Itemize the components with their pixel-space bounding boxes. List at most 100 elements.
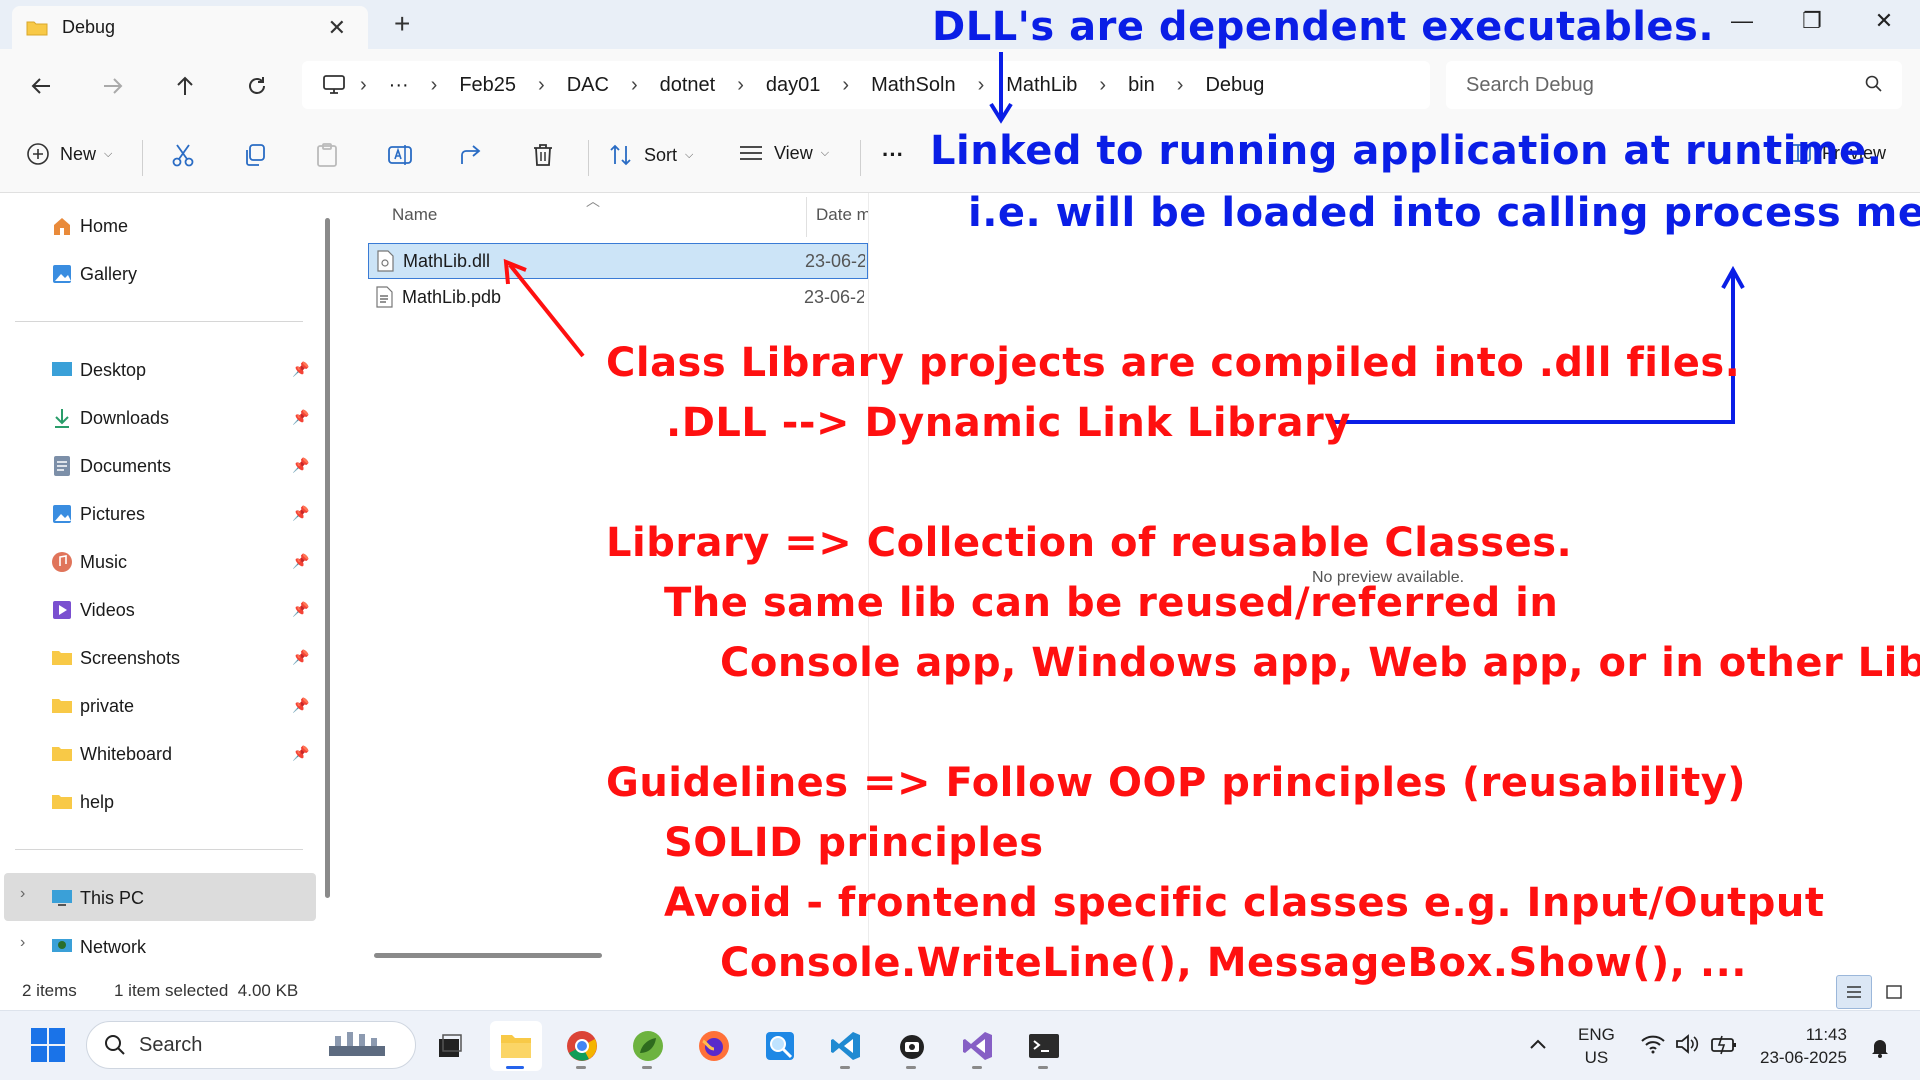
nav-item-documents[interactable]: Documents [50,451,171,481]
nav-item-label: Home [80,215,129,236]
nav-item-screenshots[interactable]: Screenshots [50,643,180,673]
details-view-button[interactable] [1836,975,1872,1009]
battery-icon[interactable] [1710,1033,1738,1055]
breadcrumb-dotnet[interactable]: dotnet [660,74,716,97]
chevron-right-icon[interactable]: › [20,885,25,903]
close-window-button[interactable]: ✕ [1864,8,1904,34]
close-tab-icon[interactable]: ✕ [328,15,346,41]
notification-bell-icon[interactable] [1868,1035,1892,1059]
back-button[interactable] [24,69,58,103]
taskbar: Search ENG US 11:43 23-06-2025 [0,1010,1920,1080]
view-button[interactable]: View ⌵ [738,142,829,164]
vscode-app[interactable] [820,1021,872,1071]
visual-studio-app[interactable] [952,1021,1004,1071]
rename-button[interactable] [386,142,424,168]
file-explorer-app[interactable] [490,1021,542,1071]
delete-button[interactable] [530,142,566,168]
gallery-icon [50,263,74,285]
tiles-view-button[interactable] [1876,975,1912,1009]
system-clock[interactable]: 11:43 23-06-2025 [1760,1023,1847,1069]
nav-scrollbar[interactable] [325,218,330,898]
windows-start-icon[interactable] [30,1027,66,1063]
chrome-app[interactable] [556,1021,608,1071]
nav-item-label: Documents [80,455,172,476]
column-divider[interactable] [806,197,807,237]
breadcrumb-separator: › [977,73,985,96]
horizontal-scrollbar[interactable] [374,953,602,958]
pin-icon[interactable]: 📌 [292,601,309,618]
sort-button[interactable]: Sort ⌵ [608,142,693,168]
pin-icon[interactable]: 📌 [292,745,309,762]
chevron-up-icon[interactable] [1528,1037,1548,1051]
new-button[interactable]: New ⌵ [26,142,112,166]
new-tab-button[interactable]: + [394,8,410,40]
minimize-button[interactable]: — [1722,8,1762,34]
volume-icon[interactable] [1674,1033,1700,1055]
breadcrumb-mathlib[interactable]: MathLib [1006,74,1077,97]
nav-item-whiteboard[interactable]: Whiteboard [50,739,172,769]
pin-icon[interactable]: 📌 [292,697,309,714]
breadcrumb-dac[interactable]: DAC [567,74,609,97]
spring-tools-app[interactable] [622,1021,674,1071]
nav-item-home[interactable]: Home [50,211,128,241]
cut-button[interactable] [170,142,206,168]
file-row[interactable]: MathLib.dll 23-06-2025 [368,243,868,279]
pin-icon[interactable]: 📌 [292,649,309,666]
home-icon [50,215,74,237]
annotation-blue-1: DLL's are dependent executables. [932,4,1715,50]
document-icon [50,455,74,477]
pin-icon[interactable]: 📌 [292,457,309,474]
nav-item-downloads[interactable]: Downloads [50,403,169,433]
maximize-button[interactable]: ❐ [1792,8,1832,34]
breadcrumb-debug[interactable]: Debug [1205,74,1264,97]
nav-item-gallery[interactable]: Gallery [50,259,137,289]
pin-icon[interactable]: 📌 [292,409,309,426]
language-indicator[interactable]: ENG US [1578,1023,1615,1069]
active-indicator [506,1066,524,1069]
nav-item-music[interactable]: Music [50,547,127,577]
column-name[interactable]: Name [392,205,437,225]
magnifier-app[interactable] [754,1021,806,1071]
paste-button[interactable] [314,142,350,168]
wifi-icon[interactable] [1640,1033,1666,1055]
pin-icon[interactable]: 📌 [292,505,309,522]
breadcrumb-bin[interactable]: bin [1128,74,1155,97]
file-row[interactable]: MathLib.pdb 23-06-2025 [368,279,868,315]
taskbar-search[interactable]: Search [86,1021,416,1069]
nav-item-network[interactable]: Network [50,932,146,962]
task-view-app[interactable] [424,1021,476,1071]
breadcrumb-day01[interactable]: day01 [766,74,821,97]
nav-item-this-pc[interactable]: This PC [50,883,144,913]
pin-icon[interactable]: 📌 [292,361,309,378]
forward-button[interactable] [96,69,130,103]
breadcrumb-feb25[interactable]: Feb25 [459,74,516,97]
clock-date: 23-06-2025 [1760,1048,1847,1067]
address-bar[interactable]: › ··· › Feb25 › DAC › dotnet › day01 › M… [302,61,1430,109]
copy-button[interactable] [242,142,278,168]
search-input[interactable]: Search Debug [1446,61,1902,109]
nav-item-private[interactable]: private [50,691,134,721]
nav-item-help[interactable]: help [50,787,114,817]
breadcrumb-separator: › [737,73,744,96]
up-button[interactable] [168,69,202,103]
more-options-button[interactable]: ··· [882,142,904,168]
chevron-right-icon[interactable]: › [20,934,25,952]
breadcrumb-overflow[interactable]: ··· [389,74,409,97]
nav-item-videos[interactable]: Videos [50,595,135,625]
breadcrumb-mathsoln[interactable]: MathSoln [871,74,956,97]
annotation-red-2: .DLL --> Dynamic Link Library [666,400,1351,446]
nav-item-desktop[interactable]: Desktop [50,355,146,385]
explorer-tab[interactable]: Debug ✕ [12,6,368,49]
column-header: ︿ Name Date modified [340,193,921,243]
refresh-button[interactable] [240,69,274,103]
share-button[interactable] [458,142,494,168]
file-date: 23-06-2025 [804,286,864,307]
terminal-app[interactable] [1018,1021,1070,1071]
firefox-app[interactable] [688,1021,740,1071]
videos-icon [50,599,74,621]
recorder-app[interactable] [886,1021,938,1071]
pin-icon[interactable]: 📌 [292,553,309,570]
nav-item-pictures[interactable]: Pictures [50,499,145,529]
file-name: MathLib.dll [403,250,491,271]
monitor-icon [323,75,345,94]
